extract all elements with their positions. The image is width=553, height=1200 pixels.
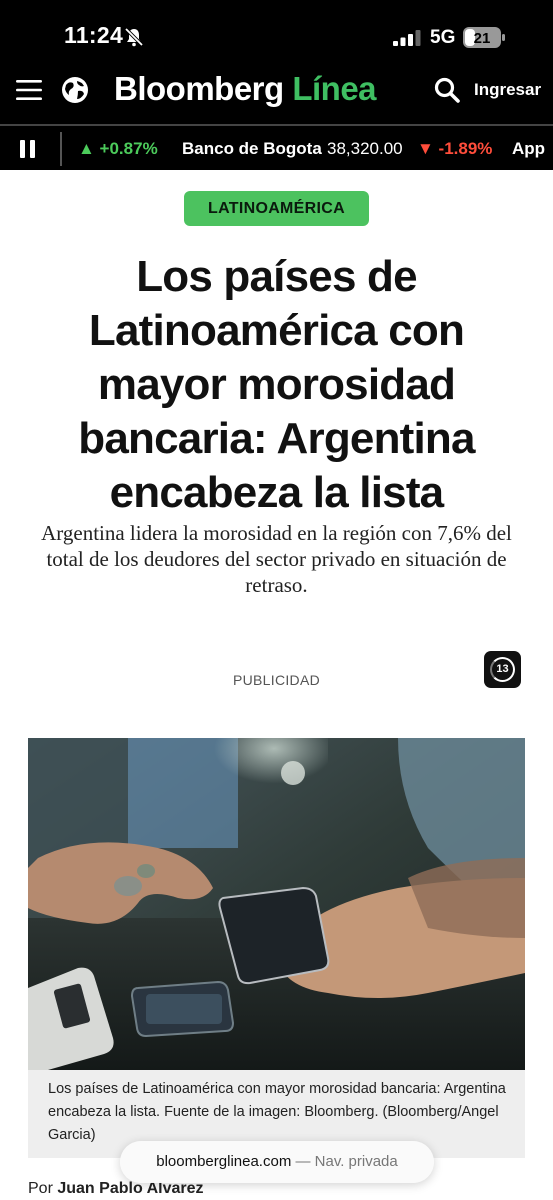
- network-label: 5G: [430, 27, 456, 48]
- ticker-divider: [60, 132, 62, 166]
- article-headline: Los países de Latinoamérica con mayor mo…: [78, 252, 475, 517]
- brand-logo[interactable]: Bloomberg Línea: [114, 70, 377, 108]
- ad-timer-badge[interactable]: 13: [484, 651, 521, 688]
- bell-slash-icon: [124, 27, 144, 47]
- ticker-name[interactable]: Banco de Bogota: [182, 139, 322, 159]
- pause-icon[interactable]: [18, 139, 38, 159]
- globe-icon[interactable]: [60, 75, 90, 105]
- private-mode-label: — Nav. privada: [295, 1153, 398, 1170]
- status-bar: 11:24 5G 21: [0, 0, 553, 66]
- brand-main: Bloomberg: [114, 70, 284, 107]
- article-subheadline: Argentina lidera la morosidad en la regi…: [41, 521, 512, 597]
- hero-photo: [28, 738, 525, 1070]
- status-time: 11:24: [64, 22, 124, 48]
- signal-icon: [393, 30, 421, 46]
- category-badge[interactable]: LATINOAMÉRICA: [184, 191, 369, 226]
- search-icon[interactable]: [434, 77, 460, 103]
- byline-prefix: Por: [28, 1180, 53, 1197]
- browser-url-bar[interactable]: bloomberglinea.com — Nav. privada: [120, 1141, 434, 1183]
- brand-accent: Línea: [292, 70, 377, 107]
- battery-level: 21: [474, 30, 491, 47]
- ticker-value: 38,320.00: [327, 139, 403, 158]
- battery-icon: 21: [463, 27, 505, 48]
- ticker-change-down: ▼ -1.89%: [417, 139, 493, 158]
- menu-icon[interactable]: [16, 79, 42, 101]
- login-link[interactable]: Ingresar: [474, 80, 541, 100]
- market-ticker: ▲ +0.87% Banco de Bogota 38,320.00 ▼ -1.…: [0, 124, 553, 170]
- image-caption: Los países de Latinoamérica con mayor mo…: [48, 1081, 506, 1143]
- ticker-change-up[interactable]: ▲ +0.87%: [78, 139, 158, 159]
- site-header: Bloomberg Línea Ingresar: [0, 66, 553, 124]
- url-domain: bloomberglinea.com: [156, 1153, 292, 1170]
- ad-timer-count: 13: [490, 657, 515, 682]
- ad-label: PUBLICIDAD: [232, 672, 321, 688]
- hero-image: [28, 738, 525, 1070]
- ticker-name-next[interactable]: App: [512, 139, 545, 159]
